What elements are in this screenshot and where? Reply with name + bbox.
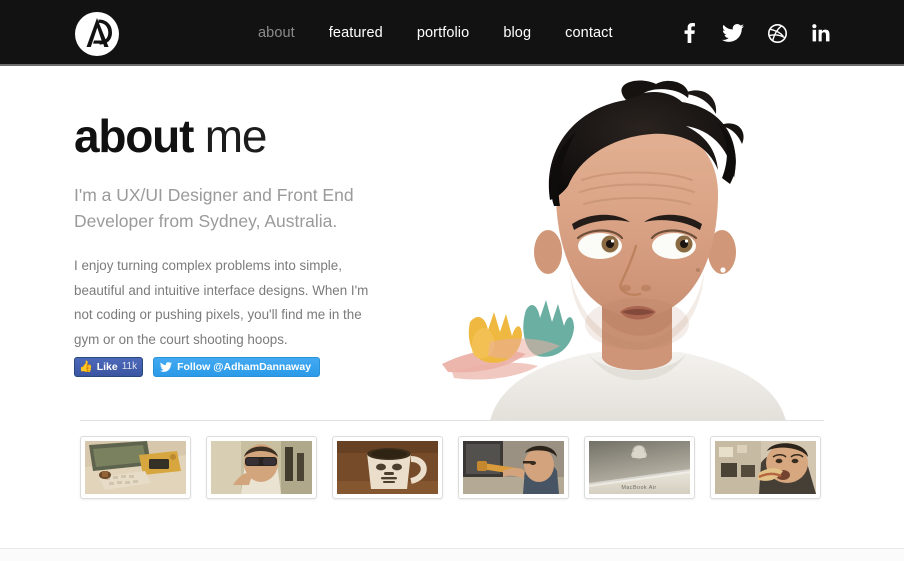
nav-item-contact[interactable]: contact [548, 0, 629, 66]
page-title-light: me [193, 110, 268, 162]
twitter-bird-icon [160, 362, 173, 372]
facebook-like-count: 11k [121, 361, 138, 372]
site-logo[interactable] [74, 11, 120, 57]
twitter-follow-button[interactable]: Follow @AdhamDannaway [153, 357, 321, 377]
thumbnail-image-desk [85, 441, 186, 494]
twitter-follow-label: Follow @AdhamDannaway [177, 360, 312, 373]
thumbnail-image-sunglasses [211, 441, 312, 494]
page-title-bold: about [74, 110, 194, 162]
footer-area [0, 549, 904, 561]
hero-portrait [430, 74, 830, 421]
thumbnail-image-macbook: MacBook Air [589, 441, 690, 494]
thumbnail-image-burger [715, 441, 816, 494]
site-header: about featured portfolio blog contact [0, 0, 904, 66]
linkedin-icon[interactable] [810, 20, 832, 46]
hero-text-block: about me I'm a UX/UI Designer and Front … [74, 110, 404, 352]
thumbnail-item[interactable]: MacBook Air [584, 436, 695, 499]
hero-body-text: I enjoy turning complex problems into si… [74, 258, 369, 347]
nav-item-blog[interactable]: blog [486, 0, 548, 66]
social-navigation [678, 0, 832, 66]
hero-section: about me I'm a UX/UI Designer and Front … [0, 66, 904, 421]
page-title: about me [74, 110, 404, 162]
thumbnail-item[interactable] [206, 436, 317, 499]
section-divider [80, 420, 824, 421]
social-share-buttons: 👍 Like 11k Follow @AdhamDannaway [74, 357, 321, 377]
facebook-like-button[interactable]: 👍 Like 11k [74, 357, 144, 377]
facebook-icon[interactable] [678, 20, 700, 46]
main-navigation: about featured portfolio blog contact [258, 0, 630, 66]
nav-item-featured[interactable]: featured [312, 0, 400, 66]
nav-item-portfolio[interactable]: portfolio [400, 0, 487, 66]
thumbs-up-icon: 👍 [79, 360, 93, 373]
thumbnail-image-toygun [463, 441, 564, 494]
nav-item-about[interactable]: about [258, 0, 312, 66]
thumbnail-item[interactable] [710, 436, 821, 499]
hero-subtitle: I'm a UX/UI Designer and Front End Devel… [74, 185, 354, 231]
thumbnail-image-mug [337, 441, 438, 494]
thumbnail-item[interactable] [332, 436, 443, 499]
facebook-like-label: Like [96, 360, 118, 373]
instagram-thumbnail-strip: MacBook Air [80, 436, 824, 499]
thumbnail-item[interactable] [458, 436, 569, 499]
twitter-icon[interactable] [722, 20, 744, 46]
dribbble-icon[interactable] [766, 20, 788, 46]
thumbnail-item[interactable] [80, 436, 191, 499]
about-page: about featured portfolio blog contact ab… [0, 0, 904, 561]
